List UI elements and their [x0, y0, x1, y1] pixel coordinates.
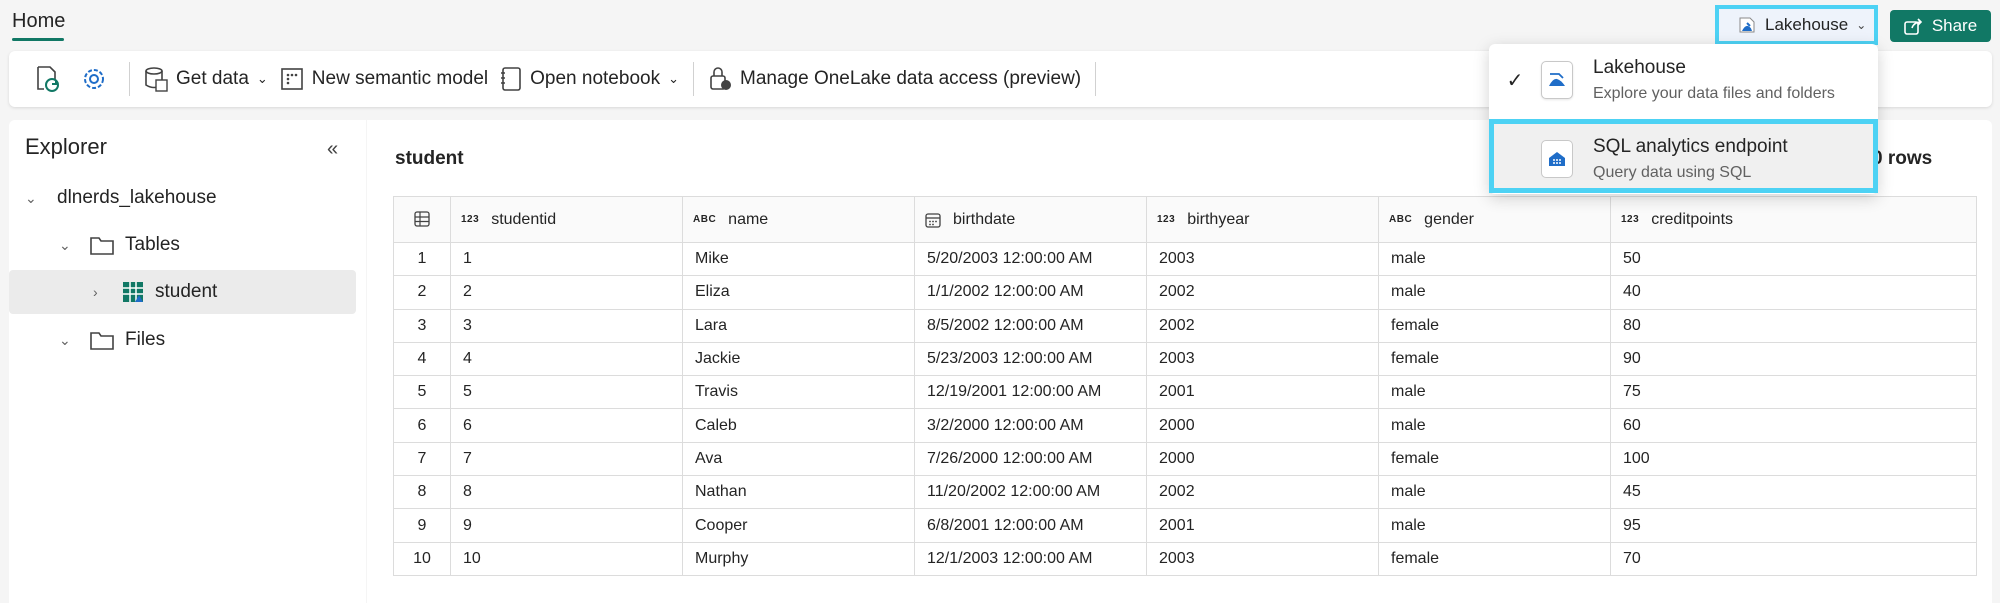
- chevron-down-icon: ⌄: [1856, 18, 1867, 32]
- menu-item-subtitle: Explore your data files and folders: [1593, 85, 1835, 102]
- explorer-title: Explorer: [25, 134, 107, 159]
- lakehouse-icon: [1541, 61, 1573, 99]
- tree-item-tables[interactable]: ⌄ Tables: [59, 223, 180, 267]
- experience-switcher-label: Lakehouse: [1765, 15, 1849, 34]
- table-row: 4 4 Jackie 5/23/2003 12:00:00 AM 2003 female 9…: [393, 341, 1977, 377]
- text-type-icon: ABC: [1389, 214, 1413, 225]
- collapse-pane-icon[interactable]: «: [327, 138, 338, 161]
- tree-item-student[interactable]: › student: [9, 270, 356, 314]
- column-header[interactable]: 123 birthyear: [1146, 196, 1379, 243]
- new-semantic-model-label: New semantic model: [311, 68, 489, 89]
- column-header[interactable]: ABC gender: [1378, 196, 1611, 243]
- table-row: 9 9 Cooper 6/8/2001 12:00:00 AM 2001 male 95: [393, 508, 1977, 543]
- ribbon-divider: [1095, 62, 1097, 96]
- chevron-down-icon: ⌄: [59, 331, 71, 348]
- gear-icon: [84, 69, 104, 89]
- column-header[interactable]: 123 studentid: [450, 196, 683, 243]
- menu-item-title: Lakehouse: [1593, 57, 1686, 78]
- tree-item-lakehouse[interactable]: ⌄ dlnerds_lakehouse: [25, 176, 217, 220]
- chevron-down-icon: ⌄: [668, 71, 679, 86]
- folder-icon: [90, 237, 114, 255]
- menu-item-title: SQL analytics endpoint: [1593, 136, 1788, 157]
- database-icon: [145, 67, 168, 92]
- table-row: 2 2 Eliza 1/1/2002 12:00:00 AM 2002 male 40: [393, 275, 1977, 310]
- text-type-icon: ABC: [693, 214, 717, 225]
- lock-icon: [710, 67, 731, 90]
- table-row: 7 7 Ava 7/26/2000 12:00:00 AM 2000 female 100: [393, 441, 1977, 477]
- column-header[interactable]: 123 creditpoints: [1610, 196, 1977, 243]
- open-notebook-label: Open notebook: [530, 68, 661, 89]
- checkmark-icon: ✓: [1506, 69, 1524, 92]
- sql-endpoint-icon: [1541, 140, 1573, 178]
- notebook-icon: [501, 67, 521, 91]
- student-table-label: student: [155, 281, 218, 302]
- column-header[interactable]: birthdate: [914, 196, 1147, 243]
- ribbon-divider: [693, 62, 694, 96]
- table-row: 6 6 Caleb 3/2/2000 12:00:00 AM 2000 male 60: [393, 408, 1977, 443]
- table-icon: [123, 282, 143, 302]
- get-data-button[interactable]: Get data ⌄: [138, 59, 274, 99]
- table-grid-icon: [414, 211, 430, 227]
- header-row: 123 studentid ABC name birthdate 123 birthy…: [393, 196, 1977, 243]
- explorer-pane: Explorer « ⌄ dlnerds_lakehouse ⌄ Tables …: [9, 120, 366, 603]
- table-row: 10 10 Murphy 12/1/2003 12:00:00 AM 2003 femal…: [393, 541, 1977, 576]
- semantic-model-icon: [280, 68, 303, 90]
- lakehouse-name: dlnerds_lakehouse: [57, 187, 217, 208]
- calendar-icon: [925, 212, 941, 228]
- refresh-icon: [37, 66, 59, 92]
- table-row: 3 3 Lara 8/5/2002 12:00:00 AM 2002 female 80: [393, 308, 1977, 343]
- table-row: 8 8 Nathan 11/20/2002 12:00:00 AM 2002 male 45: [393, 475, 1977, 510]
- chevron-down-icon: ⌄: [25, 189, 37, 206]
- manage-onelake-access-label: Manage OneLake data access (preview): [740, 68, 1082, 89]
- manage-onelake-access-button[interactable]: Manage OneLake data access (preview): [702, 59, 1087, 99]
- number-type-icon: 123: [461, 214, 480, 225]
- chevron-down-icon: ⌄: [256, 71, 268, 86]
- tab-home-indicator: [12, 38, 64, 41]
- tab-home[interactable]: Home: [12, 10, 65, 33]
- chevron-right-icon: ›: [93, 284, 98, 300]
- files-label: Files: [125, 329, 166, 350]
- number-type-icon: 123: [1157, 214, 1176, 225]
- menu-item-lakehouse[interactable]: ✓ Lakehouse Explore your data files and …: [1489, 44, 1878, 116]
- top-bar: Home Lakehouse ⌄ Share: [0, 0, 2000, 48]
- settings-button[interactable]: [75, 59, 121, 99]
- column-header[interactable]: ABC name: [682, 196, 915, 243]
- menu-item-subtitle: Query data using SQL: [1593, 164, 1752, 181]
- chevron-down-icon: ⌄: [59, 236, 71, 253]
- table-row: 1 1 Mike 5/20/2003 12:00:00 AM 2003 male 50: [393, 241, 1977, 277]
- folder-icon: [90, 332, 114, 350]
- new-semantic-model-button[interactable]: New semantic model: [274, 59, 494, 99]
- ribbon-divider: [129, 62, 130, 96]
- refresh-button[interactable]: [29, 59, 75, 99]
- tree-item-files[interactable]: ⌄ Files: [59, 318, 165, 362]
- open-notebook-button[interactable]: Open notebook ⌄: [494, 59, 685, 99]
- share-icon: [1904, 18, 1922, 35]
- table-title: student: [395, 148, 464, 169]
- number-type-icon: 123: [1621, 214, 1640, 225]
- menu-item-sql-endpoint[interactable]: SQL analytics endpoint Query data using …: [1489, 119, 1878, 193]
- tables-label: Tables: [125, 234, 180, 255]
- select-all-cell[interactable]: [393, 196, 451, 243]
- get-data-label: Get data: [176, 68, 249, 89]
- data-table: 123 studentid ABC name birthdate 123 birthy…: [393, 196, 1977, 576]
- share-button[interactable]: Share: [1890, 10, 1991, 42]
- lakehouse-icon: [1739, 17, 1755, 33]
- table-row: 5 5 Travis 12/19/2001 12:00:00 AM 2001 male 75: [393, 375, 1977, 410]
- share-label: Share: [1931, 16, 1978, 35]
- experience-switcher-button[interactable]: Lakehouse ⌄: [1715, 5, 1878, 45]
